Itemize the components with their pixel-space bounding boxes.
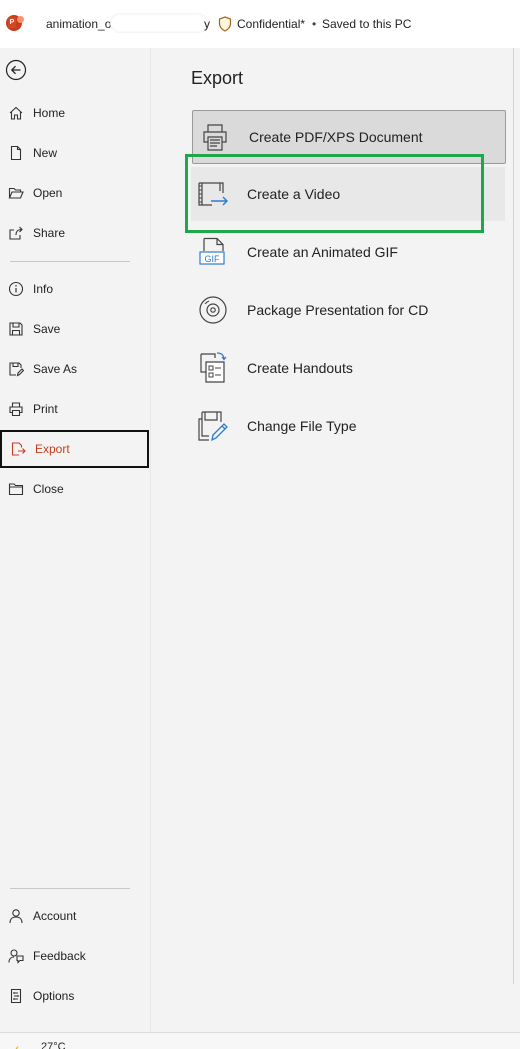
export-option-pdf-xps-label: Create PDF/XPS Document	[249, 129, 423, 145]
nav-options[interactable]: Options	[0, 978, 148, 1014]
nav-open[interactable]: Open	[0, 175, 148, 211]
share-icon	[8, 225, 24, 241]
export-option-cd[interactable]: Package Presentation for CD	[191, 283, 505, 337]
export-icon	[10, 441, 26, 457]
nav-print-label: Print	[33, 402, 58, 416]
nav-close[interactable]: Close	[0, 471, 148, 507]
export-option-gif[interactable]: GIF Create an Animated GIF	[191, 225, 505, 279]
nav-options-label: Options	[33, 989, 75, 1003]
nav-home-label: Home	[33, 106, 66, 120]
sidebar-divider-bottom	[10, 888, 130, 889]
nav-save[interactable]: Save	[0, 311, 148, 347]
open-folder-icon	[8, 185, 24, 201]
nav-info-label: Info	[33, 282, 54, 296]
nav-info[interactable]: Info	[0, 271, 148, 307]
info-icon	[8, 281, 24, 297]
change-file-type-icon	[197, 410, 229, 442]
nav-new[interactable]: New	[0, 135, 148, 171]
nav-account-label: Account	[33, 909, 77, 923]
nav-print[interactable]: Print	[0, 391, 148, 427]
redacted-filename-block	[110, 13, 208, 33]
page-title: Export	[191, 68, 244, 88]
title-separator: •	[312, 17, 317, 31]
save-as-icon	[8, 361, 24, 377]
nav-close-label: Close	[33, 482, 64, 496]
export-option-pdf-xps[interactable]: Create PDF/XPS Document	[192, 110, 506, 164]
weather-moon-icon[interactable]	[14, 1041, 24, 1049]
window-edge	[513, 48, 514, 984]
nav-save-as[interactable]: Save As	[0, 351, 148, 387]
nav-share-label: Share	[33, 226, 66, 240]
sensitivity-label[interactable]: Confidential*	[237, 17, 305, 31]
title-bar: P animation_o y Confidential* • Saved to…	[0, 0, 520, 48]
file-name-tail: y	[204, 17, 210, 31]
nav-account[interactable]: Account	[0, 898, 148, 934]
nav-export-label: Export	[35, 442, 70, 456]
nav-feedback[interactable]: Feedback	[0, 938, 148, 974]
options-icon	[8, 988, 24, 1004]
feedback-icon	[8, 948, 24, 964]
handouts-icon	[197, 352, 229, 384]
sensitivity-shield-icon[interactable]	[218, 16, 232, 37]
close-folder-icon	[8, 481, 24, 497]
nav-save-as-label: Save As	[33, 362, 78, 376]
nav-export[interactable]: Export	[0, 430, 149, 468]
export-option-gif-label: Create an Animated GIF	[247, 244, 398, 260]
nav-save-label: Save	[33, 322, 61, 336]
export-option-change-file-type-label: Change File Type	[247, 418, 357, 434]
back-arrow-icon	[5, 59, 27, 81]
export-panel: Export Create PDF/XPS Document Create a …	[150, 48, 520, 1032]
svg-text:GIF: GIF	[205, 254, 221, 264]
print-icon	[8, 401, 24, 417]
back-button[interactable]	[5, 59, 27, 81]
taskbar: 27°C	[0, 1032, 520, 1049]
export-option-change-file-type[interactable]: Change File Type	[191, 399, 505, 453]
nav-feedback-label: Feedback	[33, 949, 86, 963]
nav-share[interactable]: Share	[0, 215, 148, 251]
sidebar-divider	[10, 261, 130, 262]
pdf-printer-icon	[199, 121, 231, 153]
account-icon	[8, 908, 24, 924]
new-document-icon	[8, 145, 24, 161]
export-option-handouts-label: Create Handouts	[247, 360, 353, 376]
export-option-cd-label: Package Presentation for CD	[247, 302, 429, 318]
save-icon	[8, 321, 24, 337]
file-name[interactable]: animation_o	[46, 17, 111, 31]
export-option-video[interactable]: Create a Video	[191, 167, 505, 221]
export-option-handouts[interactable]: Create Handouts	[191, 341, 505, 395]
weather-temperature[interactable]: 27°C	[41, 1041, 66, 1049]
nav-new-label: New	[33, 146, 58, 160]
nav-home[interactable]: Home	[0, 95, 148, 131]
export-option-video-label: Create a Video	[247, 186, 341, 202]
home-icon	[8, 105, 24, 121]
gif-icon: GIF	[197, 236, 229, 268]
save-status[interactable]: Saved to this PC	[322, 17, 411, 31]
video-icon	[197, 178, 229, 210]
powerpoint-logo-icon: P	[6, 15, 24, 31]
backstage-sidebar: Home New Open Share Info Save Save As Pr…	[0, 48, 150, 1032]
cd-icon	[197, 294, 229, 326]
nav-open-label: Open	[33, 186, 63, 200]
